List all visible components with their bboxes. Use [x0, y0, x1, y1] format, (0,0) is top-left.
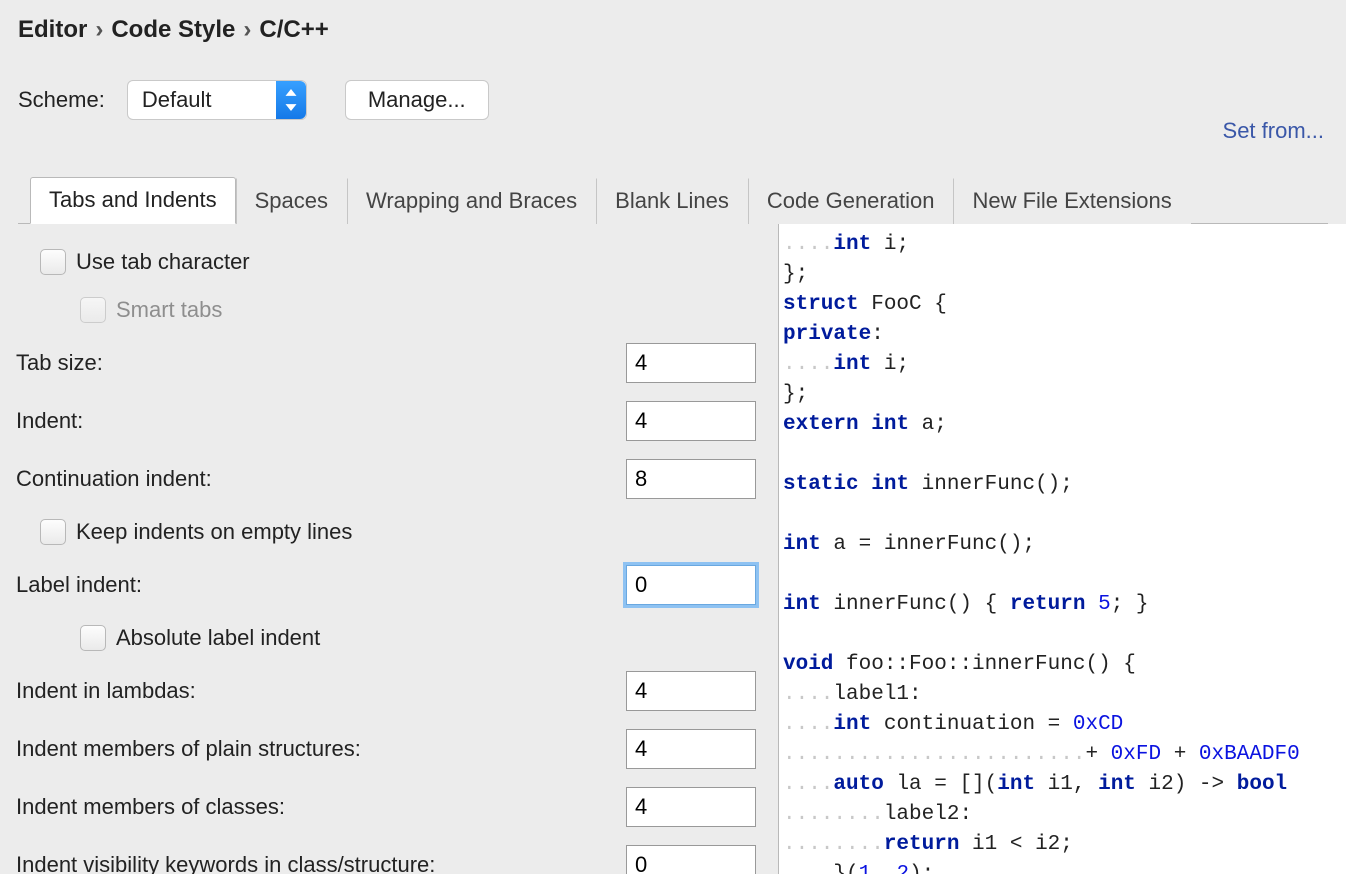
tab-bar: Tabs and Indents Spaces Wrapping and Bra… — [18, 176, 1328, 224]
continuation-indent-label: Continuation indent: — [16, 466, 212, 492]
lambda-indent-input[interactable] — [626, 671, 756, 711]
smart-tabs-label: Smart tabs — [116, 297, 222, 323]
code-preview-text: ....int i; }; struct FooC { private: ...… — [783, 230, 1346, 874]
scheme-select[interactable]: Default — [127, 80, 307, 120]
tab-size-input[interactable] — [626, 343, 756, 383]
tab-spaces[interactable]: Spaces — [236, 178, 347, 224]
keep-indents-empty-checkbox[interactable] — [40, 519, 66, 545]
use-tab-char-label: Use tab character — [76, 249, 250, 275]
indent-input[interactable] — [626, 401, 756, 441]
tab-blank-lines[interactable]: Blank Lines — [596, 178, 748, 224]
breadcrumb: Editor › Code Style › C/C++ — [18, 16, 1328, 44]
tab-new-file-ext[interactable]: New File Extensions — [953, 178, 1190, 224]
absolute-label-indent-label: Absolute label indent — [116, 625, 320, 651]
visibility-indent-input[interactable] — [626, 845, 756, 874]
form-pane: Use tab character Smart tabs Tab size: I… — [0, 224, 778, 874]
tab-code-gen[interactable]: Code Generation — [748, 178, 954, 224]
set-from-link[interactable]: Set from... — [1223, 118, 1324, 144]
continuation-indent-input[interactable] — [626, 459, 756, 499]
code-preview: ....int i; }; struct FooC { private: ...… — [778, 224, 1346, 874]
crumb-code-style: Code Style — [111, 16, 235, 44]
crumb-cpp: C/C++ — [259, 16, 328, 44]
chevron-right-icon: › — [241, 16, 253, 44]
tab-wrapping[interactable]: Wrapping and Braces — [347, 178, 596, 224]
scheme-value: Default — [142, 87, 212, 113]
absolute-label-indent-checkbox[interactable] — [80, 625, 106, 651]
visibility-indent-label: Indent visibility keywords in class/stru… — [16, 852, 435, 874]
plain-struct-indent-label: Indent members of plain structures: — [16, 736, 361, 762]
manage-button[interactable]: Manage... — [345, 80, 489, 120]
crumb-editor: Editor — [18, 16, 87, 44]
class-members-indent-label: Indent members of classes: — [16, 794, 285, 820]
tab-size-label: Tab size: — [16, 350, 103, 376]
class-members-indent-input[interactable] — [626, 787, 756, 827]
label-indent-label: Label indent: — [16, 572, 142, 598]
use-tab-char-checkbox[interactable] — [40, 249, 66, 275]
chevron-right-icon: › — [93, 16, 105, 44]
updown-arrows-icon — [276, 81, 306, 119]
scheme-label: Scheme: — [18, 87, 105, 113]
keep-indents-empty-label: Keep indents on empty lines — [76, 519, 352, 545]
manage-button-label: Manage... — [368, 87, 466, 113]
plain-struct-indent-input[interactable] — [626, 729, 756, 769]
indent-label: Indent: — [16, 408, 83, 434]
smart-tabs-checkbox — [80, 297, 106, 323]
tab-tabs-indents[interactable]: Tabs and Indents — [30, 177, 236, 224]
label-indent-input[interactable] — [626, 565, 756, 605]
lambda-indent-label: Indent in lambdas: — [16, 678, 196, 704]
